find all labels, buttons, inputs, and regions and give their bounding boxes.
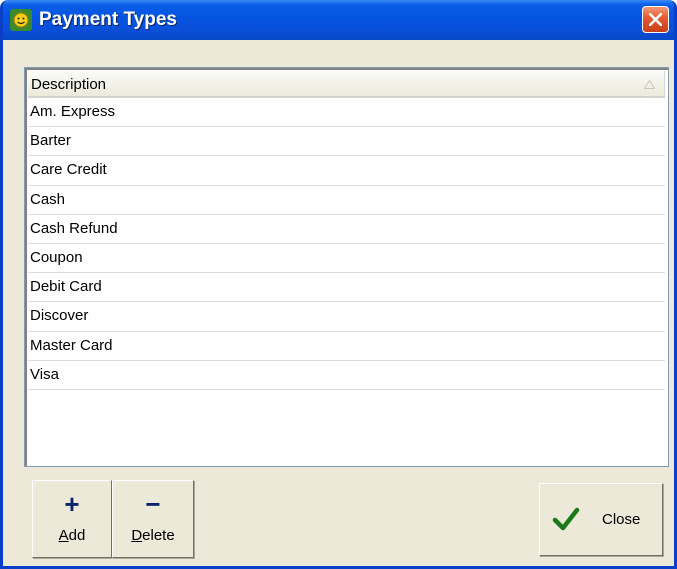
payment-types-grid[interactable]: Description Am. Express Barter Care Cred… [24,67,669,467]
title-bar[interactable]: Payment Types [3,0,674,40]
table-row[interactable]: Debit Card [28,273,665,303]
window-title: Payment Types [39,9,177,30]
sun-icon [10,9,32,31]
row-description: Am. Express [30,103,116,120]
column-header-label: Description [31,76,107,93]
plus-icon: + [64,489,80,519]
payment-types-window: Payment Types Description Am. Express Ba… [0,0,677,569]
row-description: Debit Card [30,278,102,296]
table-row[interactable]: Cash Refund [28,215,665,244]
row-description: Care Credit [30,161,107,179]
grid-rows: Am. Express Barter Care Credit Cash Cash… [28,98,665,390]
table-row[interactable]: Am. Express [28,98,665,128]
checkmark-icon [552,507,580,531]
delete-button[interactable]: − Delete [112,480,194,558]
table-row[interactable]: Master Card [28,332,665,361]
table-row[interactable]: Barter [28,127,665,157]
row-description: Master Card [30,336,113,354]
table-row[interactable]: Discover [28,302,665,332]
title-close-button[interactable] [642,6,669,33]
row-description: Cash Refund [30,219,118,237]
delete-button-label: Delete [131,527,175,544]
table-row[interactable]: Visa [28,361,665,390]
add-button[interactable]: + Add [32,480,112,558]
column-header-description[interactable]: Description [28,71,665,98]
add-button-label: Add [58,527,86,544]
row-description: Visa [30,365,59,383]
row-description: Cash [30,190,66,208]
sort-ascending-icon [644,80,655,89]
table-row[interactable]: Care Credit [28,156,665,186]
close-button[interactable]: Close [539,483,663,556]
table-row[interactable]: Coupon [28,244,665,274]
close-button-label: Close [602,511,641,528]
minus-icon: − [145,489,161,519]
row-description: Coupon [30,248,83,266]
row-description: Discover [30,307,89,325]
table-row[interactable]: Cash [28,186,665,215]
close-icon [649,13,662,26]
row-description: Barter [30,132,71,150]
